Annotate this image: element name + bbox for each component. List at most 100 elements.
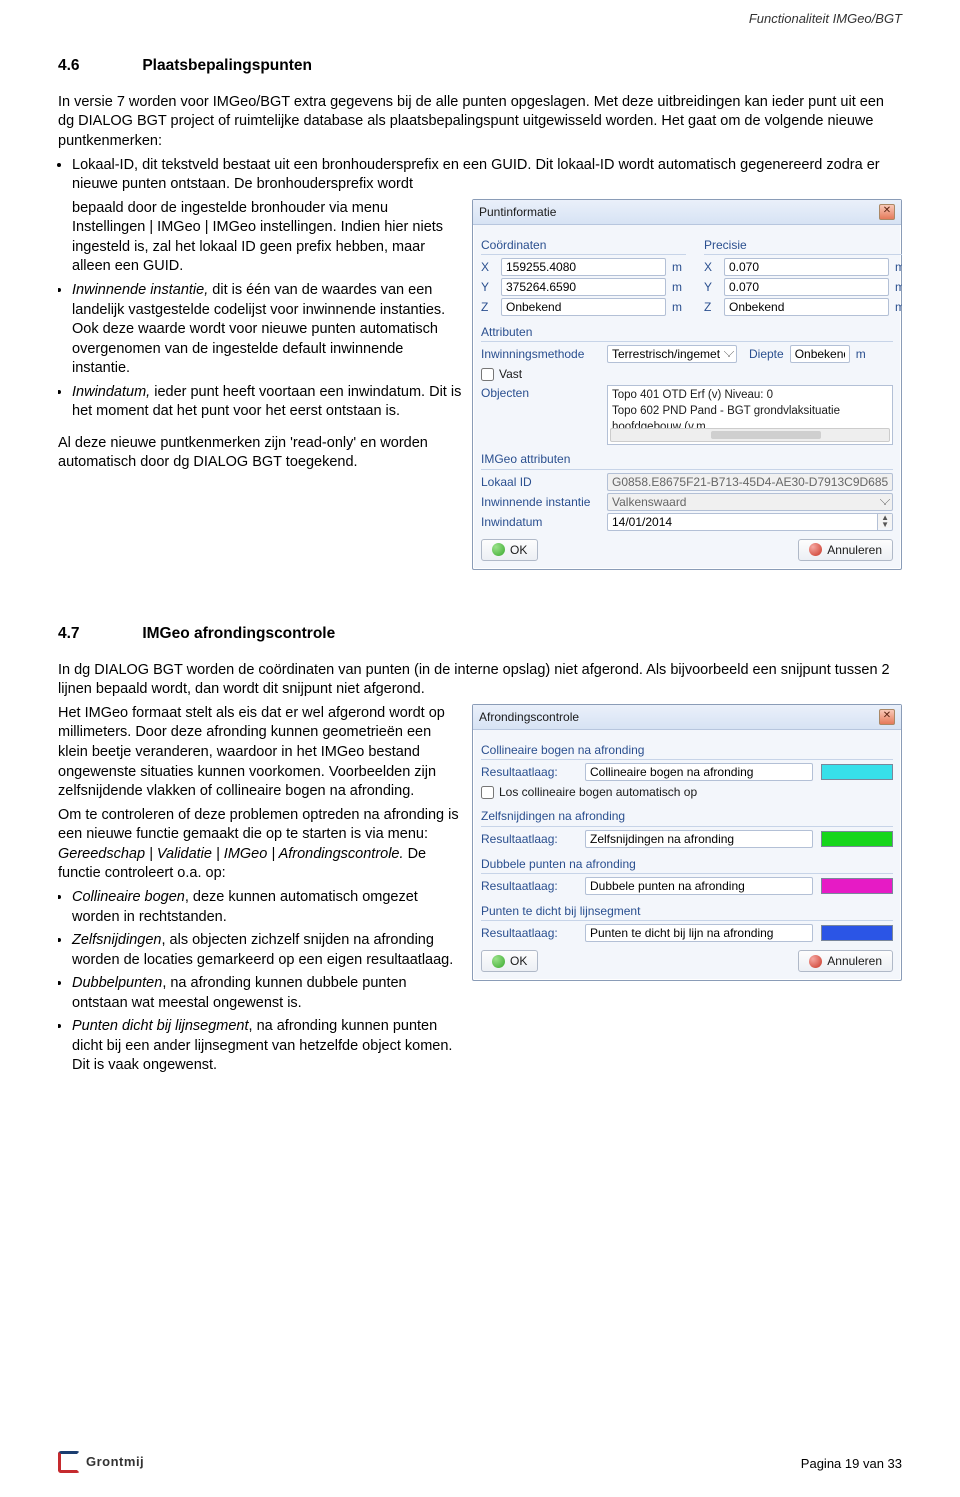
cancel-icon <box>809 955 822 968</box>
section-number: 4.6 <box>58 56 138 77</box>
los-collineaire-checkbox[interactable] <box>481 786 494 799</box>
text: Om te controleren of deze problemen optr… <box>58 807 459 843</box>
unit-m: m <box>895 299 902 315</box>
prec-z-input[interactable] <box>724 298 889 316</box>
sec46-outro: Al deze nieuwe puntkenmerken zijn 'read-… <box>58 434 462 473</box>
bullet-lead: Punten dicht bij lijnsegment <box>72 1018 249 1034</box>
bullet-lokaal-id-cont: bepaald door de ingestelde bronhouder vi… <box>72 199 462 277</box>
menu-path: Gereedschap | Validatie | IMGeo | Afrond… <box>58 846 404 862</box>
grp-collineaire: Collineaire bogen na afronding <box>481 742 893 760</box>
ok-button[interactable]: OK <box>481 950 538 972</box>
bullet-punten-dicht: Punten dicht bij lijnsegment, na afrondi… <box>72 1017 462 1076</box>
bullet-zelfsnijdingen: Zelfsnijdingen, als objecten zichzelf sn… <box>72 931 462 970</box>
label-y: Y <box>704 279 718 295</box>
unit-m: m <box>672 279 686 295</box>
label-x: X <box>481 259 495 275</box>
sec47-intro: In dg DIALOG BGT worden de coördinaten v… <box>58 661 902 700</box>
color-swatch-green[interactable] <box>821 831 893 847</box>
puntinformatie-dialog: Puntinformatie ✕ Coördinaten Xm Ym Zm Pr… <box>472 199 902 570</box>
color-swatch-cyan[interactable] <box>821 764 893 780</box>
annuleren-button[interactable]: Annuleren <box>798 539 893 561</box>
attributen-heading: Attributen <box>481 324 893 342</box>
los-collineaire-label: Los collineaire bogen automatisch op <box>499 784 697 800</box>
page-number: Pagina 19 van 33 <box>801 1455 902 1473</box>
inwmethode-select[interactable] <box>607 345 737 363</box>
resultaatlaag-input[interactable] <box>585 763 813 781</box>
label-z: Z <box>704 299 718 315</box>
annuleren-button[interactable]: Annuleren <box>798 950 893 972</box>
spinner-arrows[interactable]: ▲▼ <box>878 513 893 531</box>
annuleren-label: Annuleren <box>827 542 882 558</box>
diepte-input[interactable] <box>790 345 850 363</box>
annuleren-label: Annuleren <box>827 953 882 969</box>
afrondingscontrole-dialog: Afrondingscontrole ✕ Collineaire bogen n… <box>472 704 902 981</box>
scrollbar[interactable] <box>610 428 890 442</box>
bullet-lead: Dubbelpunten <box>72 975 162 991</box>
color-swatch-magenta[interactable] <box>821 878 893 894</box>
close-icon[interactable]: ✕ <box>879 709 895 725</box>
section-4-6-heading: 4.6 Plaatsbepalingspunten <box>58 56 902 77</box>
ok-button[interactable]: OK <box>481 539 538 561</box>
bullet-lead: Zelfsnijdingen <box>72 932 161 948</box>
prec-x-input[interactable] <box>724 258 889 276</box>
sec47-p1: Het IMGeo formaat stelt als eis dat er w… <box>58 704 462 802</box>
resultaatlaag-label: Resultaatlaag: <box>481 831 577 847</box>
label-z: Z <box>481 299 495 315</box>
bullet-text-cont: bepaald door de ingestelde bronhouder vi… <box>72 200 443 275</box>
unit-m: m <box>672 299 686 315</box>
brand-name: Grontmij <box>86 1453 144 1471</box>
doc-header: Functionaliteit IMGeo/BGT <box>749 10 902 28</box>
color-swatch-blue[interactable] <box>821 925 893 941</box>
inwindatum-input[interactable] <box>607 513 878 531</box>
close-icon[interactable]: ✕ <box>879 204 895 220</box>
bullet-lead: Collineaire bogen <box>72 889 185 905</box>
coord-z-input[interactable] <box>501 298 666 316</box>
coord-x-input[interactable] <box>501 258 666 276</box>
section-title: Plaatsbepalingspunten <box>142 57 312 74</box>
label-y: Y <box>481 279 495 295</box>
sec46-bullets: Lokaal-ID, dit tekstveld bestaat uit een… <box>72 156 902 195</box>
inwinstantie-label: Inwinnende instantie <box>481 494 601 510</box>
inwmethode-label: Inwinningsmethode <box>481 346 601 362</box>
resultaatlaag-input[interactable] <box>585 877 813 895</box>
bullet-dubbelpunten: Dubbelpunten, na afronding kunnen dubbel… <box>72 974 462 1013</box>
list-item: Topo 401 OTD Erf (v) Niveau: 0 <box>612 388 888 404</box>
imgeo-attr-heading: IMGeo attributen <box>481 451 893 469</box>
coord-heading: Coördinaten <box>481 237 686 255</box>
unit-m: m <box>856 346 870 362</box>
dialog-title: Afrondingscontrole <box>479 709 579 725</box>
inwindatum-label: Inwindatum <box>481 514 601 530</box>
bullet-lead: Inwinnende instantie, <box>72 282 208 298</box>
bullet-inwinnende: Inwinnende instantie, dit is één van de … <box>72 281 462 379</box>
bullet-collineaire: Collineaire bogen, deze kunnen automatis… <box>72 888 462 927</box>
resultaatlaag-label: Resultaatlaag: <box>481 925 577 941</box>
objecten-listbox[interactable]: Topo 401 OTD Erf (v) Niveau: 0 Topo 602 … <box>607 385 893 445</box>
grontmij-logo: Grontmij <box>58 1451 144 1473</box>
unit-m: m <box>895 279 902 295</box>
grp-dubbele: Dubbele punten na afronding <box>481 856 893 874</box>
lokaalid-label: Lokaal ID <box>481 474 601 490</box>
cancel-icon <box>809 543 822 556</box>
coord-y-input[interactable] <box>501 278 666 296</box>
logo-icon <box>58 1451 80 1473</box>
bullet-text: Lokaal-ID, dit tekstveld bestaat uit een… <box>72 157 880 193</box>
objecten-label: Objecten <box>481 385 601 401</box>
bullet-inwindatum: Inwindatum, ieder punt heeft voortaan ee… <box>72 383 462 422</box>
resultaatlaag-label: Resultaatlaag: <box>481 764 577 780</box>
lokaalid-input <box>607 473 893 491</box>
inwinstantie-select <box>607 493 893 511</box>
ok-icon <box>492 955 505 968</box>
sec46-intro: In versie 7 worden voor IMGeo/BGT extra … <box>58 93 902 152</box>
prec-y-input[interactable] <box>724 278 889 296</box>
grp-zelfsnijdingen: Zelfsnijdingen na afronding <box>481 808 893 826</box>
resultaatlaag-input[interactable] <box>585 830 813 848</box>
unit-m: m <box>895 259 902 275</box>
section-4-7-heading: 4.7 IMGeo afrondingscontrole <box>58 624 902 645</box>
vast-label: Vast <box>499 366 522 382</box>
resultaatlaag-input[interactable] <box>585 924 813 942</box>
vast-checkbox[interactable] <box>481 368 494 381</box>
dialog-title: Puntinformatie <box>479 204 556 220</box>
diepte-label: Diepte <box>749 346 784 362</box>
ok-label: OK <box>510 953 527 969</box>
bullet-lead: Inwindatum, <box>72 384 150 400</box>
